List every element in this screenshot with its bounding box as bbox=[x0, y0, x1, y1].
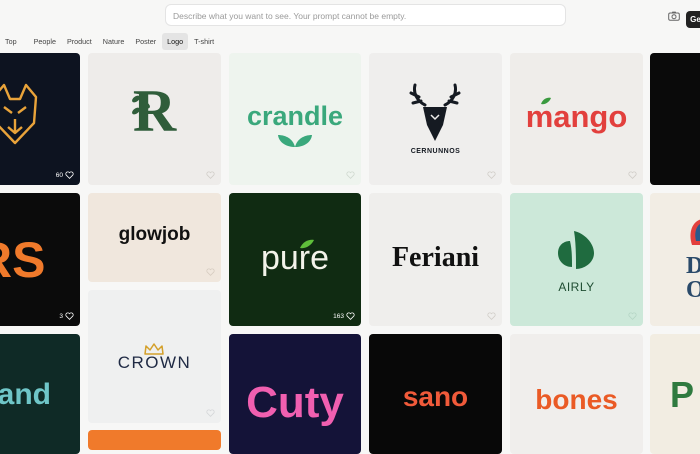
gallery-card[interactable]: rand bbox=[0, 334, 80, 454]
gallery-card[interactable]: sano bbox=[369, 334, 502, 454]
like-button[interactable] bbox=[487, 312, 496, 320]
like-count[interactable]: 163 bbox=[333, 312, 355, 320]
tab-poster[interactable]: Poster bbox=[130, 33, 161, 50]
logo-wordmark: AIRLY bbox=[558, 280, 595, 294]
heart-icon bbox=[628, 312, 637, 320]
leaf-icon bbox=[278, 135, 312, 147]
gallery-card[interactable]: glowjob bbox=[88, 193, 221, 282]
leaf-sprig-icon bbox=[132, 93, 150, 123]
heart-icon bbox=[65, 312, 74, 320]
leaf-mark-icon bbox=[558, 231, 594, 269]
tab-logo[interactable]: Logo bbox=[162, 33, 189, 50]
like-button[interactable] bbox=[206, 171, 215, 179]
generate-button[interactable]: Generate bbox=[686, 11, 700, 28]
heart-icon bbox=[346, 312, 355, 320]
top-bar: Generate Top People Product Nature Poste… bbox=[0, 0, 700, 60]
tab-nature[interactable]: Nature bbox=[98, 33, 130, 50]
logo-artwork: P bbox=[670, 374, 695, 415]
gallery-card[interactable]: Feriani bbox=[369, 193, 502, 326]
gallery-card[interactable]: Cuty bbox=[229, 334, 361, 454]
gallery-card[interactable]: D O bbox=[650, 193, 700, 326]
logo-wordmark: glowjob bbox=[118, 224, 191, 245]
prompt-box: Generate bbox=[165, 4, 700, 28]
logo-wordmark: Cuty bbox=[246, 378, 344, 427]
logo-wordmark: CERNUNNOS bbox=[410, 148, 461, 155]
heart-icon bbox=[206, 171, 215, 179]
logo-wordmark: mango bbox=[525, 99, 628, 134]
gallery-card[interactable]: CERNUNNOS bbox=[369, 53, 502, 185]
like-button[interactable] bbox=[628, 312, 637, 320]
logo-wordmark: CROWN bbox=[117, 353, 192, 372]
like-button[interactable] bbox=[346, 171, 355, 179]
gallery-card[interactable]: R bbox=[88, 53, 221, 185]
leaf-icon bbox=[300, 239, 314, 249]
logo-wordmark: sano bbox=[402, 381, 469, 412]
gallery-card[interactable]: pure 163 bbox=[229, 193, 361, 326]
like-count[interactable]: 60 bbox=[56, 171, 74, 179]
logo-wordmark: crandle bbox=[246, 101, 344, 131]
prompt-input[interactable] bbox=[173, 9, 493, 23]
heart-icon bbox=[346, 171, 355, 179]
like-button[interactable] bbox=[206, 268, 215, 276]
gallery-card[interactable]: RS 3 bbox=[0, 193, 80, 326]
category-tabs: Top People Product Nature Poster Logo T-… bbox=[0, 33, 220, 50]
heart-icon bbox=[206, 409, 215, 417]
heart-icon bbox=[65, 171, 74, 179]
like-button[interactable] bbox=[487, 171, 496, 179]
logo-wordmark: RS bbox=[0, 232, 46, 288]
gallery-card[interactable]: AIRLY bbox=[510, 193, 643, 326]
leaf-icon bbox=[541, 97, 551, 105]
logo-wordmark: Feriani bbox=[391, 242, 480, 273]
heart-icon bbox=[487, 171, 496, 179]
gallery-card[interactable]: bones bbox=[510, 334, 643, 454]
gallery-card[interactable] bbox=[88, 430, 221, 450]
logo-wordmark: bones bbox=[535, 384, 618, 415]
tab-tshirt[interactable]: T-shirt bbox=[189, 33, 219, 50]
like-button[interactable] bbox=[206, 409, 215, 417]
gallery-card[interactable]: crandle bbox=[229, 53, 361, 185]
tab-product[interactable]: Product bbox=[62, 33, 97, 50]
deer-head-logo bbox=[409, 83, 461, 141]
logo-wordmark: R bbox=[132, 78, 177, 144]
svg-text:O: O bbox=[686, 277, 700, 301]
svg-text:D: D bbox=[686, 253, 700, 279]
camera-icon[interactable] bbox=[668, 11, 680, 21]
gallery-card[interactable]: 60 bbox=[0, 53, 80, 185]
gallery-card[interactable] bbox=[650, 53, 700, 185]
gallery-card[interactable]: P bbox=[650, 334, 700, 454]
gallery-card[interactable]: mango bbox=[510, 53, 643, 185]
logo-wordmark: rand bbox=[0, 378, 52, 411]
wolf-logo bbox=[0, 83, 38, 145]
logo-wordmark: pure bbox=[260, 239, 330, 277]
gallery-card[interactable]: CROWN bbox=[88, 290, 221, 423]
tab-people[interactable]: People bbox=[29, 33, 61, 50]
heart-icon bbox=[206, 268, 215, 276]
heart-icon bbox=[487, 312, 496, 320]
like-count[interactable]: 3 bbox=[59, 312, 74, 320]
heart-icon bbox=[628, 171, 637, 179]
like-button[interactable] bbox=[628, 171, 637, 179]
tab-top[interactable]: Top bbox=[0, 33, 22, 50]
logo-artwork: D O bbox=[686, 219, 700, 301]
